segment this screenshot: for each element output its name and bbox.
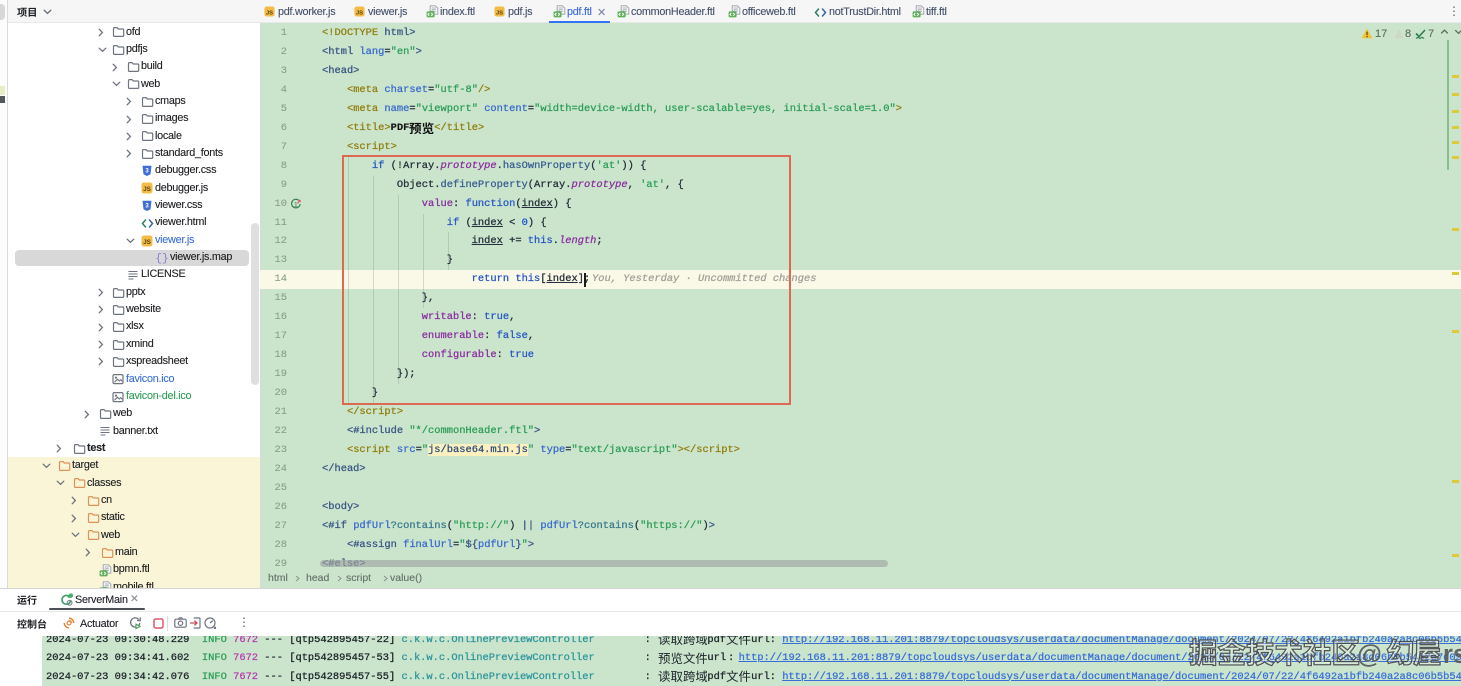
- svg-text:{}: {}: [156, 253, 168, 264]
- svg-text:@: @: [1357, 641, 1382, 666]
- svg-text:JS: JS: [143, 239, 152, 246]
- svg-text:JS: JS: [496, 10, 503, 16]
- svg-text:JS: JS: [266, 10, 273, 16]
- svg-text:JS: JS: [356, 10, 363, 16]
- svg-text:rs: rs: [1443, 641, 1461, 666]
- svg-text:JS: JS: [143, 186, 152, 193]
